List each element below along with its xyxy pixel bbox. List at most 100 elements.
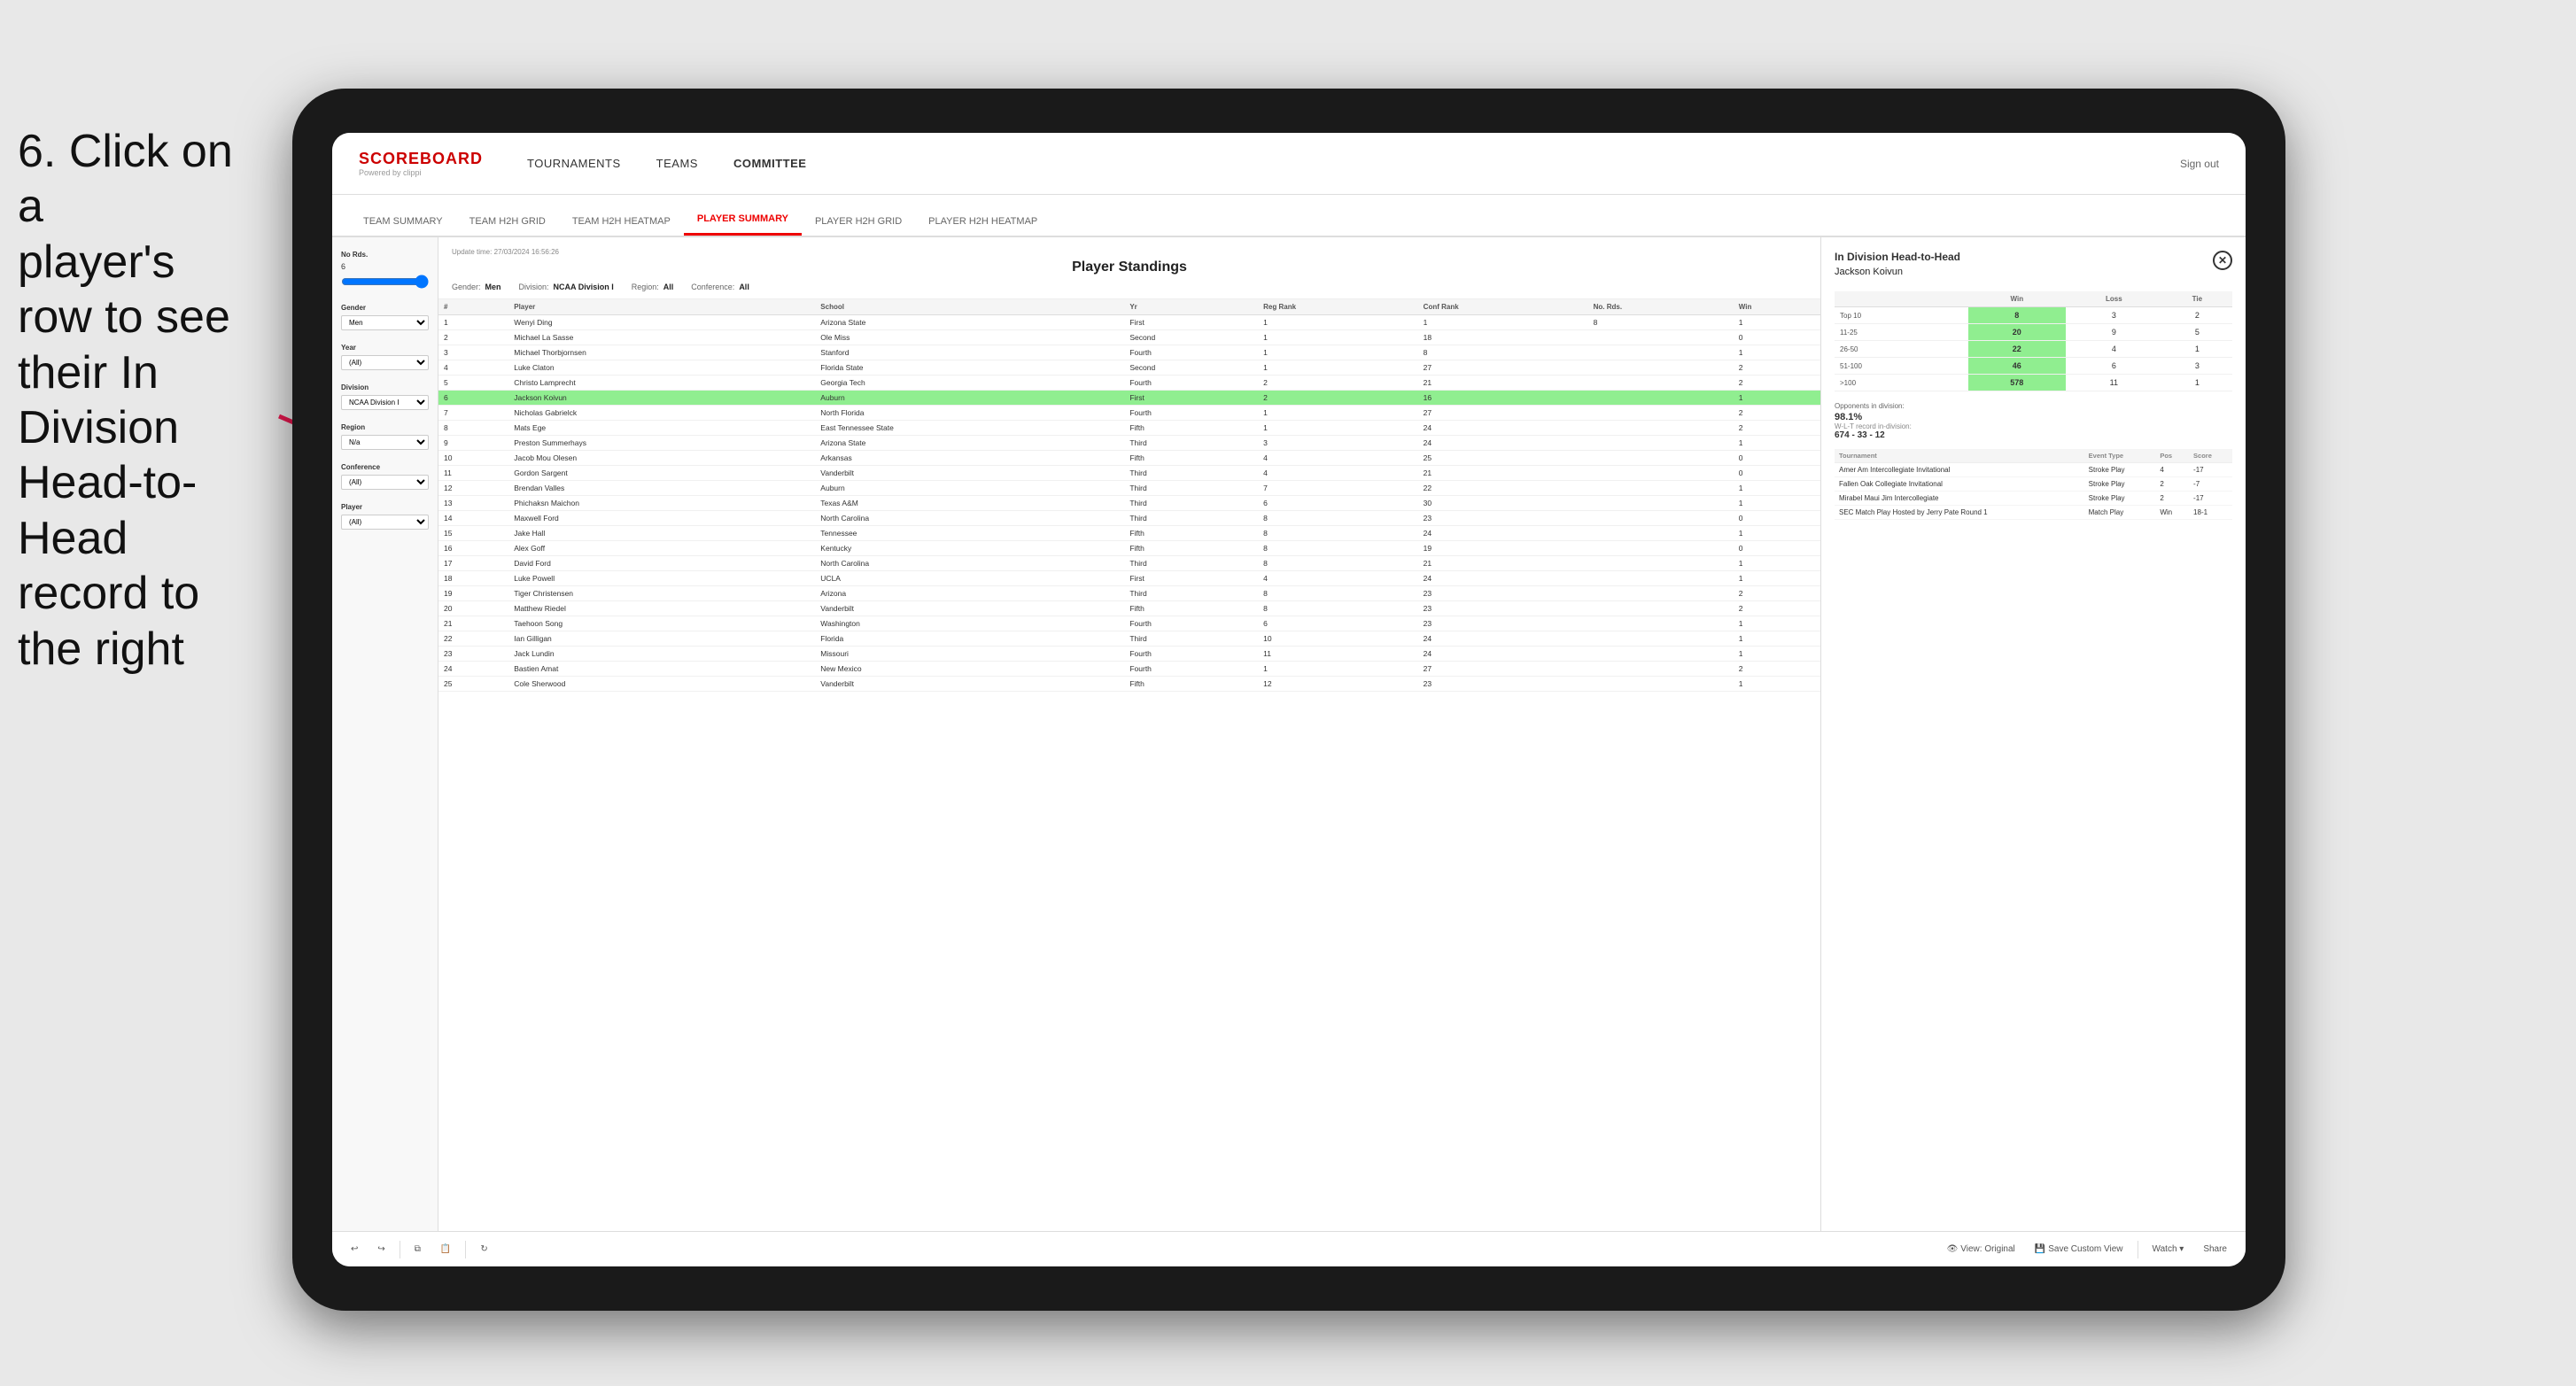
table-row[interactable]: 7 Nicholas Gabrielck North Florida Fourt… xyxy=(438,406,1820,421)
table-row[interactable]: 17 David Ford North Carolina Third 8 21 … xyxy=(438,556,1820,571)
table-row[interactable]: 8 Mats Ege East Tennessee State Fifth 1 … xyxy=(438,421,1820,436)
copy-button[interactable]: ⧉ xyxy=(409,1242,426,1257)
table-row[interactable]: 2 Michael La Sasse Ole Miss Second 1 18 … xyxy=(438,330,1820,345)
filter-region: Region N/a xyxy=(341,423,429,450)
player-name: Gordon Sargent xyxy=(508,466,815,481)
table-row[interactable]: 9 Preston Summerhays Arizona State Third… xyxy=(438,436,1820,451)
filter-region-select[interactable]: N/a xyxy=(341,435,429,450)
player-school: Vanderbilt xyxy=(815,677,1124,692)
player-yr: Fourth xyxy=(1124,345,1258,360)
table-row[interactable]: 22 Ian Gilligan Florida Third 10 24 1 xyxy=(438,631,1820,647)
table-row[interactable]: 10 Jacob Mou Olesen Arkansas Fifth 4 25 … xyxy=(438,451,1820,466)
h2h-loss: 6 xyxy=(2066,358,2162,375)
player-reg-rank: 6 xyxy=(1258,496,1418,511)
nav-tournaments[interactable]: TOURNAMENTS xyxy=(527,152,621,174)
player-rank: 10 xyxy=(438,451,508,466)
logo-area: SCOREBOARD Powered by clippi xyxy=(359,150,483,177)
table-row[interactable]: 24 Bastien Amat New Mexico Fourth 1 27 2 xyxy=(438,662,1820,677)
h2h-col-loss: Loss xyxy=(2066,291,2162,307)
player-yr: First xyxy=(1124,391,1258,406)
player-school: Missouri xyxy=(815,647,1124,662)
table-row[interactable]: 1 Wenyi Ding Arizona State First 1 1 8 1 xyxy=(438,315,1820,330)
filter-division-display: Division: NCAA Division I xyxy=(519,283,614,291)
h2h-row: 51-100 46 6 3 xyxy=(1835,358,2232,375)
tab-team-h2h-grid[interactable]: TEAM H2H GRID xyxy=(456,207,559,236)
h2h-title: In Division Head-to-Head xyxy=(1835,251,1960,263)
player-rank: 2 xyxy=(438,330,508,345)
table-row[interactable]: 16 Alex Goff Kentucky Fifth 8 19 0 xyxy=(438,541,1820,556)
nav-teams[interactable]: TEAMS xyxy=(656,152,698,174)
left-sidebar: No Rds. 6 Gender Men Women Year (All) xyxy=(332,237,438,1231)
player-no-rds xyxy=(1588,406,1734,421)
table-row[interactable]: 23 Jack Lundin Missouri Fourth 11 24 1 xyxy=(438,647,1820,662)
player-win: 1 xyxy=(1734,391,1820,406)
view-original-button[interactable]: 👁 View: Original xyxy=(1942,1242,2021,1257)
undo-button[interactable]: ↩ xyxy=(345,1242,363,1257)
player-no-rds xyxy=(1588,662,1734,677)
table-row[interactable]: 3 Michael Thorbjornsen Stanford Fourth 1… xyxy=(438,345,1820,360)
filter-conference-select[interactable]: (All) xyxy=(341,475,429,490)
table-row[interactable]: 5 Christo Lamprecht Georgia Tech Fourth … xyxy=(438,376,1820,391)
player-school: Vanderbilt xyxy=(815,601,1124,616)
filter-division-select[interactable]: NCAA Division I xyxy=(341,395,429,410)
filter-gender-select[interactable]: Men Women xyxy=(341,315,429,330)
player-conf-rank: 27 xyxy=(1418,662,1588,677)
player-name: Bastien Amat xyxy=(508,662,815,677)
table-row[interactable]: 12 Brendan Valles Auburn Third 7 22 1 xyxy=(438,481,1820,496)
t-pos: 4 xyxy=(2155,463,2189,477)
player-school: Arizona xyxy=(815,586,1124,601)
h2h-range: >100 xyxy=(1835,375,1968,391)
paste-button[interactable]: 📋 xyxy=(435,1242,456,1257)
filter-year-select[interactable]: (All) xyxy=(341,355,429,370)
nav-committee[interactable]: COMMITTEE xyxy=(733,152,807,174)
player-school: Georgia Tech xyxy=(815,376,1124,391)
player-no-rds xyxy=(1588,466,1734,481)
filter-player-select[interactable]: (All) xyxy=(341,515,429,530)
filter-no-rds-slider[interactable] xyxy=(341,275,429,289)
player-conf-rank: 18 xyxy=(1418,330,1588,345)
h2h-win: 20 xyxy=(1968,324,2066,341)
table-row[interactable]: 13 Phichaksn Maichon Texas A&M Third 6 3… xyxy=(438,496,1820,511)
close-h2h-button[interactable]: ✕ xyxy=(2213,251,2232,270)
table-row[interactable]: 19 Tiger Christensen Arizona Third 8 23 … xyxy=(438,586,1820,601)
table-row[interactable]: 21 Taehoon Song Washington Fourth 6 23 1 xyxy=(438,616,1820,631)
player-rank: 4 xyxy=(438,360,508,376)
player-no-rds xyxy=(1588,436,1734,451)
save-custom-button[interactable]: 💾 Save Custom View xyxy=(2029,1242,2129,1257)
standings-table: # Player School Yr Reg Rank Conf Rank No… xyxy=(438,299,1820,1231)
player-win: 1 xyxy=(1734,496,1820,511)
player-yr: Third xyxy=(1124,511,1258,526)
table-row[interactable]: 14 Maxwell Ford North Carolina Third 8 2… xyxy=(438,511,1820,526)
table-row[interactable]: 25 Cole Sherwood Vanderbilt Fifth 12 23 … xyxy=(438,677,1820,692)
tab-player-summary[interactable]: PLAYER SUMMARY xyxy=(684,205,802,236)
player-name: Jake Hall xyxy=(508,526,815,541)
col-win: Win xyxy=(1734,299,1820,315)
sign-out-button[interactable]: Sign out xyxy=(2180,158,2219,170)
redo-button[interactable]: ↪ xyxy=(372,1242,390,1257)
tab-team-h2h-heatmap[interactable]: TEAM H2H HEATMAP xyxy=(559,207,684,236)
table-row[interactable]: 20 Matthew Riedel Vanderbilt Fifth 8 23 … xyxy=(438,601,1820,616)
table-row[interactable]: 4 Luke Claton Florida State Second 1 27 … xyxy=(438,360,1820,376)
player-yr: Third xyxy=(1124,436,1258,451)
share-button[interactable]: Share xyxy=(2198,1242,2232,1257)
h2h-col-range xyxy=(1835,291,1968,307)
table-row[interactable]: 15 Jake Hall Tennessee Fifth 8 24 1 xyxy=(438,526,1820,541)
table-row[interactable]: 18 Luke Powell UCLA First 4 24 1 xyxy=(438,571,1820,586)
player-no-rds xyxy=(1588,571,1734,586)
player-no-rds xyxy=(1588,631,1734,647)
tournament-table: Tournament Event Type Pos Score Amer Am … xyxy=(1835,449,2232,520)
tab-player-h2h-grid[interactable]: PLAYER H2H GRID xyxy=(802,207,915,236)
col-school: School xyxy=(815,299,1124,315)
tab-team-summary[interactable]: TEAM SUMMARY xyxy=(350,207,456,236)
player-rank: 17 xyxy=(438,556,508,571)
table-row[interactable]: 6 Jackson Koivun Auburn First 2 16 1 xyxy=(438,391,1820,406)
h2h-tie: 1 xyxy=(2162,341,2232,358)
player-reg-rank: 3 xyxy=(1258,436,1418,451)
table-row[interactable]: 11 Gordon Sargent Vanderbilt Third 4 21 … xyxy=(438,466,1820,481)
player-win: 0 xyxy=(1734,330,1820,345)
t-name: Amer Am Intercollegiate Invitational xyxy=(1835,463,2084,477)
tab-player-h2h-heatmap[interactable]: PLAYER H2H HEATMAP xyxy=(915,207,1051,236)
watch-button[interactable]: Watch ▾ xyxy=(2147,1242,2190,1257)
sub-nav: TEAM SUMMARY TEAM H2H GRID TEAM H2H HEAT… xyxy=(332,195,2246,237)
refresh-button[interactable]: ↻ xyxy=(475,1242,493,1257)
